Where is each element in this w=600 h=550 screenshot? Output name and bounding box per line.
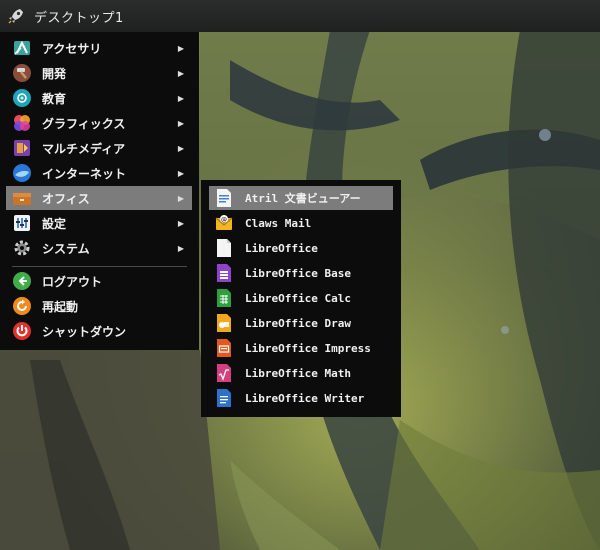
top-panel: デスクトップ1 bbox=[0, 0, 600, 32]
menu-item-restart[interactable]: 再起動 bbox=[6, 294, 192, 318]
submenu-item-label: LibreOffice Impress bbox=[245, 341, 371, 355]
menu-item-label: インターネット bbox=[42, 166, 127, 181]
submenu-arrow-icon: ▶ bbox=[177, 193, 184, 203]
submenu-item-label: Atril 文書ビューアー bbox=[245, 192, 361, 205]
libreoffice-math-icon bbox=[217, 364, 231, 382]
office-submenu: Atril 文書ビューアー @ Claws Mail LibreOffice L… bbox=[201, 180, 401, 417]
graphics-icon bbox=[14, 115, 30, 131]
menu-item-label: 設定 bbox=[42, 216, 67, 231]
submenu-item-libreoffice[interactable]: LibreOffice bbox=[209, 236, 393, 260]
submenu-item-libreoffice-calc[interactable]: LibreOffice Calc bbox=[209, 286, 393, 310]
menu-separator bbox=[12, 266, 187, 267]
system-gear-icon bbox=[14, 240, 30, 256]
desktop-title: デスクトップ1 bbox=[34, 10, 124, 26]
menu-item-label: シャットダウン bbox=[42, 324, 127, 339]
menu-item-label: 教育 bbox=[42, 91, 67, 106]
menu-item-development[interactable]: 開発 ▶ bbox=[6, 61, 192, 85]
submenu-item-label: Claws Mail bbox=[245, 216, 312, 230]
submenu-item-label: LibreOffice Base bbox=[245, 266, 351, 280]
mail-icon: @ bbox=[215, 215, 233, 230]
libreoffice-base-icon bbox=[217, 264, 231, 282]
submenu-item-label: LibreOffice Math bbox=[245, 366, 351, 380]
libreoffice-icon bbox=[217, 239, 231, 257]
submenu-arrow-icon: ▶ bbox=[177, 243, 184, 253]
application-menu: アクセサリ ▶ 開発 ▶ 教育 ▶ グラフィックス ▶ マルチメディア ▶ イン… bbox=[0, 32, 199, 350]
menu-item-system[interactable]: システム ▶ bbox=[6, 236, 192, 260]
submenu-arrow-icon: ▶ bbox=[177, 68, 184, 78]
submenu-arrow-icon: ▶ bbox=[177, 118, 184, 128]
libreoffice-impress-icon bbox=[217, 339, 231, 357]
menu-item-settings[interactable]: 設定 ▶ bbox=[6, 211, 192, 235]
menu-item-label: マルチメディア bbox=[42, 141, 126, 156]
menu-item-accessories[interactable]: アクセサリ ▶ bbox=[6, 36, 192, 60]
menu-item-graphics[interactable]: グラフィックス ▶ bbox=[6, 111, 192, 135]
menu-item-shutdown[interactable]: シャットダウン bbox=[6, 319, 192, 343]
submenu-item-label: LibreOffice Writer bbox=[245, 391, 365, 405]
submenu-arrow-icon: ▶ bbox=[177, 218, 184, 228]
rocket-icon[interactable] bbox=[6, 6, 26, 26]
menu-item-label: システム bbox=[42, 241, 90, 256]
submenu-arrow-icon: ▶ bbox=[177, 143, 184, 153]
menu-item-label: オフィス bbox=[42, 191, 90, 206]
menu-item-office[interactable]: オフィス ▶ bbox=[6, 186, 192, 210]
submenu-item-atril[interactable]: Atril 文書ビューアー bbox=[209, 186, 393, 210]
submenu-arrow-icon: ▶ bbox=[177, 168, 184, 178]
menu-item-label: アクセサリ bbox=[42, 41, 102, 56]
hammer-icon bbox=[13, 64, 31, 82]
office-icon bbox=[13, 193, 31, 205]
libreoffice-draw-icon bbox=[217, 314, 231, 332]
submenu-item-claws-mail[interactable]: @ Claws Mail bbox=[209, 211, 393, 235]
submenu-arrow-icon: ▶ bbox=[177, 43, 184, 53]
internet-icon bbox=[13, 164, 31, 182]
menu-item-logout[interactable]: ログアウト bbox=[6, 269, 192, 293]
multimedia-icon bbox=[14, 140, 30, 156]
power-icon bbox=[13, 322, 31, 340]
restart-icon bbox=[13, 297, 31, 315]
libreoffice-calc-icon bbox=[217, 289, 231, 307]
menu-item-label: ログアウト bbox=[42, 274, 103, 289]
document-viewer-icon bbox=[217, 189, 231, 207]
settings-icon bbox=[14, 215, 30, 231]
accessories-icon bbox=[14, 40, 30, 55]
submenu-item-libreoffice-impress[interactable]: LibreOffice Impress bbox=[209, 336, 393, 360]
submenu-item-libreoffice-writer[interactable]: LibreOffice Writer bbox=[209, 386, 393, 410]
svg-text:@: @ bbox=[221, 216, 227, 223]
logout-icon bbox=[13, 272, 31, 290]
libreoffice-writer-icon bbox=[217, 389, 231, 407]
menu-item-label: 再起動 bbox=[42, 299, 79, 314]
education-icon bbox=[13, 89, 31, 107]
menu-item-multimedia[interactable]: マルチメディア ▶ bbox=[6, 136, 192, 160]
submenu-item-label: LibreOffice Calc bbox=[245, 291, 351, 305]
menu-item-label: 開発 bbox=[42, 66, 67, 81]
submenu-item-label: LibreOffice Draw bbox=[245, 316, 351, 330]
submenu-item-libreoffice-math[interactable]: LibreOffice Math bbox=[209, 361, 393, 385]
submenu-item-label: LibreOffice bbox=[245, 241, 318, 255]
menu-item-label: グラフィックス bbox=[42, 116, 126, 131]
menu-item-internet[interactable]: インターネット ▶ bbox=[6, 161, 192, 185]
submenu-item-libreoffice-base[interactable]: LibreOffice Base bbox=[209, 261, 393, 285]
menu-item-education[interactable]: 教育 ▶ bbox=[6, 86, 192, 110]
submenu-item-libreoffice-draw[interactable]: LibreOffice Draw bbox=[209, 311, 393, 335]
submenu-arrow-icon: ▶ bbox=[177, 93, 184, 103]
